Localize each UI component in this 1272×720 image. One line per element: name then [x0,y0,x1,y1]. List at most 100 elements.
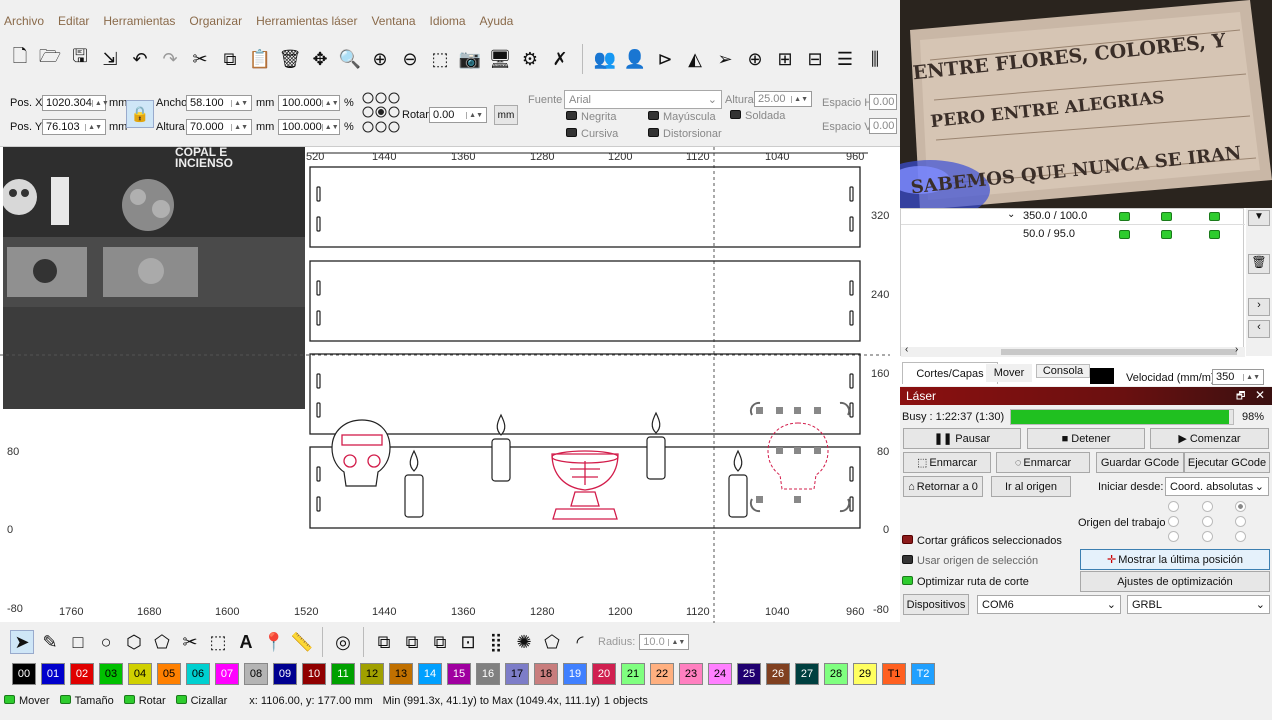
origin-radio-tl[interactable] [1168,501,1179,512]
boolean-subtract-icon[interactable]: ⧉ [400,630,424,654]
palette-swatch[interactable]: 07 [215,663,239,685]
enmarcar-circle-button[interactable]: ◌ Enmarcar [996,452,1090,473]
trim-icon[interactable]: ✂ [178,630,202,654]
layer-color-swatch[interactable] [1090,368,1114,384]
palette-swatch[interactable]: 06 [186,663,210,685]
layer-output-toggle[interactable] [1119,230,1130,239]
ejecutar-gcode-button[interactable]: Ejecutar GCode [1184,452,1270,473]
enmarcar-rect-button[interactable]: ⬚ Enmarcar [903,452,991,473]
align-center-icon[interactable]: ⊞ [773,47,797,71]
spin-arrows-icon[interactable]: ▲▼ [231,99,248,107]
chevron-down-icon[interactable]: ▼ [1248,210,1270,226]
menu-ayuda[interactable]: Ayuda [480,14,514,28]
polygon-icon[interactable]: ⬡ [122,630,146,654]
palette-swatch[interactable]: 13 [389,663,413,685]
mirror-icon[interactable]: ◭ [683,47,707,71]
spin-arrows-icon[interactable]: ▲▼ [1243,373,1260,381]
open-folder-icon[interactable]: 🗁 [38,46,62,71]
usar-origen-toggle[interactable]: Usar origen de selección [902,555,1038,567]
layer-row[interactable]: ⌄ 350.0 / 100.0 [901,209,1245,225]
palette-swatch[interactable]: 17 [505,663,529,685]
spin-arrows-icon[interactable]: ▲▼ [321,99,339,107]
new-file-icon[interactable]: 🗋 [8,46,32,71]
soldada-toggle[interactable]: Soldada [730,110,785,122]
origin-radio-bc[interactable] [1202,531,1213,542]
espacio-h-input[interactable]: 0.00 [869,94,897,110]
origin-radio-tc[interactable] [1202,501,1213,512]
palette-swatch[interactable]: 19 [563,663,587,685]
palette-swatch[interactable]: 24 [708,663,732,685]
tab-consola[interactable]: Consola [1036,364,1090,378]
zoom-selection-icon[interactable]: 🔍 [338,47,362,71]
palette-swatch[interactable]: 29 [853,663,877,685]
guardar-gcode-button[interactable]: Guardar GCode [1096,452,1184,473]
palette-swatch[interactable]: 02 [70,663,94,685]
spin-arrows-icon[interactable]: ▲▼ [85,123,102,131]
iniciar-select[interactable]: Coord. absolutas ⌄ [1165,477,1269,496]
espacio-v-input[interactable]: 0.00 [869,118,897,134]
palette-swatch[interactable]: 15 [447,663,471,685]
menu-organizar[interactable]: Organizar [189,14,242,28]
menu-archivo[interactable]: Archivo [4,14,44,28]
camera-icon[interactable]: 📷 [458,47,482,71]
boolean-union-icon[interactable]: ⧉ [372,630,396,654]
arrange-icon[interactable]: ☰ [833,47,857,71]
ir-origen-button[interactable]: Ir al origen [991,476,1071,497]
distorsionar-toggle[interactable]: Distorsionar [648,128,722,140]
layer-air-toggle[interactable] [1209,212,1220,221]
layer-output-toggle[interactable] [1119,212,1130,221]
monitor-icon[interactable]: 🖥 [488,47,512,71]
circular-array-icon[interactable]: ✺ [512,630,536,654]
menu-herramientas-laser[interactable]: Herramientas láser [256,14,357,28]
redo-icon[interactable]: ↷ [158,47,182,71]
palette-swatch[interactable]: 25 [737,663,761,685]
position-pin-icon[interactable]: 📍 [262,630,286,654]
tab-mover[interactable]: Mover [986,364,1032,382]
palette-swatch[interactable]: 22 [650,663,674,685]
origin-radio-br[interactable] [1235,531,1246,542]
text-icon[interactable]: A [234,630,258,654]
pointer-icon[interactable]: ➤ [10,630,34,654]
layer-show-toggle[interactable] [1161,230,1172,239]
palette-swatch[interactable]: 21 [621,663,645,685]
palette-swatch[interactable]: 09 [273,663,297,685]
menu-editar[interactable]: Editar [58,14,89,28]
cut-icon[interactable]: ✂ [188,47,212,71]
arrange-v-icon[interactable]: ⫼ [863,47,887,71]
pen-icon[interactable]: ✎ [38,630,62,654]
corner-round-icon[interactable]: ◜ [568,630,592,654]
spin-arrows-icon[interactable]: ▲▼ [668,638,685,646]
ajustes-optimizacion-button[interactable]: Ajustes de optimización [1080,571,1270,592]
delete-icon[interactable]: 🗑 [278,47,302,71]
chevron-right-icon[interactable]: › [1248,298,1270,316]
anchor-grid-icon[interactable] [362,92,400,136]
retornar-button[interactable]: ⌂ Retornar a 0 [903,476,983,497]
close-icon[interactable]: ✕ [1255,388,1265,402]
align-icon[interactable]: ⊳ [653,47,677,71]
tools-icon[interactable]: ✗ [548,47,572,71]
font-select[interactable]: Arial ⌄ [564,90,722,109]
frame-icon[interactable]: ⬚ [428,47,452,71]
radius-input[interactable]: 10.0 ▲▼ [639,634,690,650]
cortar-seleccionados-toggle[interactable]: Cortar gráficos seleccionados [902,535,1062,547]
altura-input[interactable]: 70.000 ▲▼ [186,119,252,135]
mm-button[interactable]: mm [494,105,518,125]
ungroup-icon[interactable]: 👤 [623,47,647,71]
cursiva-toggle[interactable]: Cursiva [566,128,618,140]
palette-swatch[interactable]: 03 [99,663,123,685]
export-icon[interactable]: ⇲ [98,47,122,71]
comenzar-button[interactable]: ▶ Comenzar [1150,428,1269,449]
com-port-select[interactable]: COM6 ⌄ [977,595,1121,614]
menu-ventana[interactable]: Ventana [371,14,415,28]
boolean-intersect-icon[interactable]: ⧉ [428,630,452,654]
spin-arrows-icon[interactable]: ▲▼ [91,99,109,107]
scrollbar-thumb[interactable] [1001,349,1237,355]
offset-icon[interactable]: ◎ [331,630,355,654]
palette-swatch[interactable]: T2 [911,663,935,685]
rotar-toggle[interactable]: Rotar [123,695,166,707]
target-icon[interactable]: ⊕ [743,47,767,71]
restore-icon[interactable]: 🗗 [1236,389,1245,406]
zoom-in-icon[interactable]: ⊕ [368,47,392,71]
crop-icon[interactable]: ⬚ [206,630,230,654]
tab-cortes-capas[interactable]: Cortes/Capas [902,362,998,384]
